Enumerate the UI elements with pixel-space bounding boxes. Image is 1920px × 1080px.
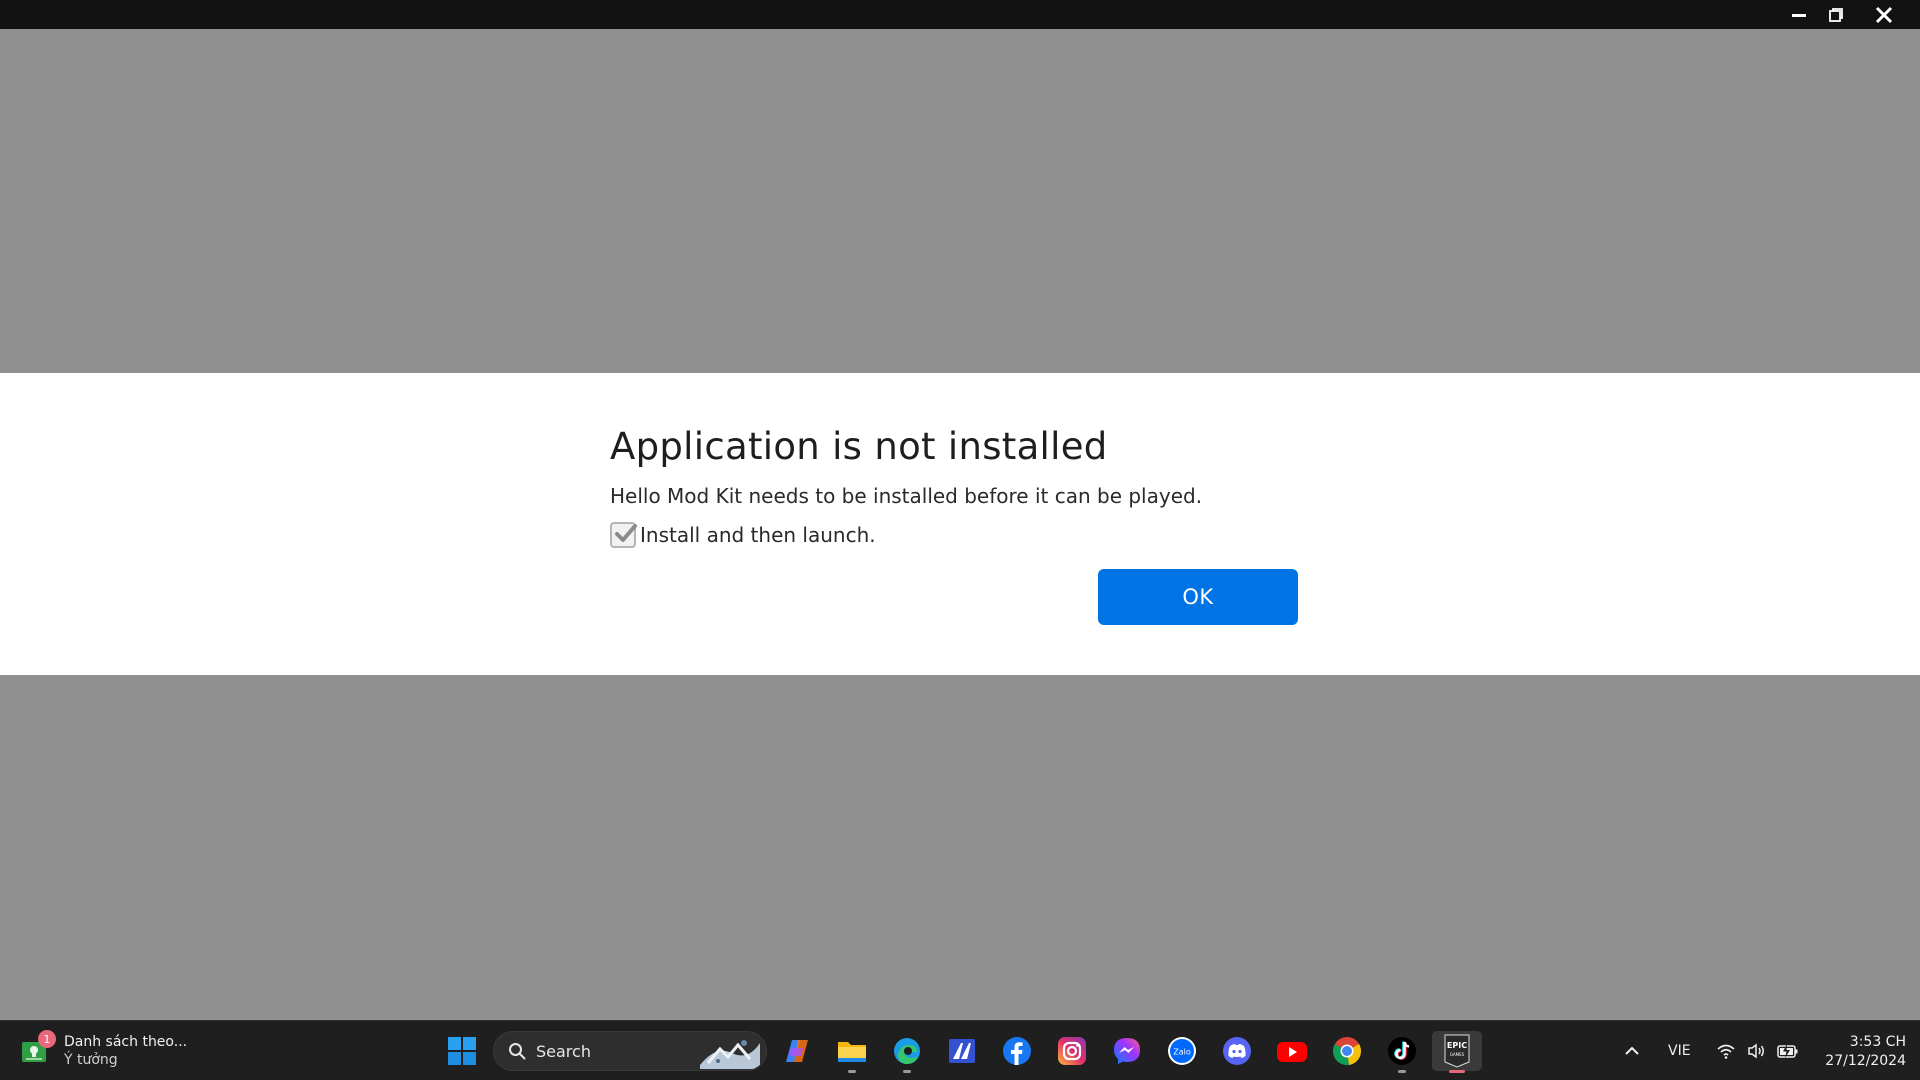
tray-overflow-button[interactable] bbox=[1620, 1021, 1644, 1080]
minimize-button[interactable] bbox=[1779, 0, 1819, 29]
overlay-backdrop-top bbox=[0, 29, 1920, 373]
file-explorer-icon bbox=[838, 1042, 866, 1062]
language-indicator[interactable]: VIE bbox=[1668, 1021, 1691, 1080]
youtube-icon bbox=[1277, 1042, 1307, 1062]
notification-badge: 1 bbox=[38, 1030, 56, 1048]
checkmark-icon bbox=[615, 524, 637, 542]
clock-date: 27/12/2024 bbox=[1825, 1053, 1906, 1069]
svg-text:Zalo: Zalo bbox=[1173, 1048, 1191, 1057]
wifi-icon bbox=[1717, 1044, 1735, 1059]
facebook-icon bbox=[1003, 1037, 1031, 1065]
battery-charging-icon bbox=[1777, 1044, 1798, 1058]
discord-icon bbox=[1223, 1037, 1251, 1065]
zalo-icon: Zalo bbox=[1168, 1037, 1196, 1065]
taskbar-app-facebook[interactable] bbox=[997, 1031, 1037, 1071]
ok-button[interactable]: OK bbox=[1098, 569, 1298, 625]
search-highlight-illustration bbox=[700, 1040, 760, 1069]
language-label: VIE bbox=[1668, 1043, 1691, 1059]
widget-title: Danh sách theo... bbox=[64, 1034, 188, 1050]
overlay-backdrop-bottom bbox=[0, 675, 1920, 1020]
taskbar-app-chrome[interactable] bbox=[1327, 1031, 1367, 1071]
taskbar-app-epic-games[interactable]: EPIC GAMES bbox=[1432, 1031, 1482, 1073]
widget-icon: 1 bbox=[20, 1030, 56, 1066]
taskbar-app-file-explorer[interactable] bbox=[832, 1031, 872, 1073]
taskbar: 1 Danh sách theo... Ý tưởng Search Zalo … bbox=[0, 1020, 1920, 1080]
running-indicator bbox=[1398, 1070, 1406, 1073]
dialog-title: Application is not installed bbox=[610, 425, 1108, 468]
close-icon bbox=[1875, 6, 1893, 23]
messenger-icon bbox=[1114, 1038, 1140, 1064]
taskbar-app-edge[interactable] bbox=[887, 1031, 927, 1073]
running-indicator bbox=[848, 1070, 856, 1073]
search-placeholder: Search bbox=[536, 1041, 591, 1061]
install-launch-option[interactable]: Install and then launch. bbox=[610, 521, 1298, 549]
copilot-icon bbox=[786, 1040, 808, 1062]
volume-icon bbox=[1748, 1043, 1764, 1059]
start-button[interactable] bbox=[444, 1033, 480, 1069]
svg-text:GAMES: GAMES bbox=[1450, 1052, 1465, 1057]
quick-settings-button[interactable] bbox=[1716, 1021, 1800, 1080]
tiktok-icon bbox=[1388, 1037, 1416, 1065]
taskbar-app-copilot[interactable] bbox=[777, 1031, 817, 1071]
active-indicator bbox=[1449, 1070, 1465, 1073]
taskbar-app-zalo[interactable]: Zalo bbox=[1162, 1031, 1202, 1071]
epic-games-icon: EPIC GAMES bbox=[1444, 1034, 1470, 1068]
taskbar-app-messenger[interactable] bbox=[1107, 1031, 1147, 1071]
install-launch-checkbox[interactable] bbox=[610, 522, 637, 548]
widget-subtitle: Ý tưởng bbox=[64, 1052, 118, 1068]
taskbar-app-discord[interactable] bbox=[1217, 1031, 1257, 1071]
chrome-icon bbox=[1333, 1037, 1361, 1066]
taskbar-app-youtube[interactable] bbox=[1272, 1031, 1312, 1071]
minimize-icon bbox=[1792, 13, 1806, 17]
dialog-message: Hello Mod Kit needs to be installed befo… bbox=[610, 484, 1203, 508]
restore-button[interactable] bbox=[1816, 0, 1856, 29]
chevron-up-icon bbox=[1625, 1046, 1639, 1055]
taskbar-app-tiktok[interactable] bbox=[1382, 1031, 1422, 1073]
install-dialog: Application is not installed Hello Mod K… bbox=[0, 373, 1920, 675]
svg-text:EPIC: EPIC bbox=[1447, 1041, 1467, 1050]
instagram-icon bbox=[1058, 1037, 1086, 1065]
restore-icon bbox=[1829, 7, 1843, 22]
search-icon bbox=[509, 1043, 526, 1060]
taskbar-app-store[interactable] bbox=[942, 1031, 982, 1071]
close-button[interactable] bbox=[1864, 0, 1904, 29]
dialog-content: Application is not installed Hello Mod K… bbox=[610, 425, 1298, 549]
window-titlebar bbox=[0, 0, 1920, 29]
edge-icon bbox=[894, 1038, 920, 1064]
taskbar-search[interactable]: Search bbox=[493, 1031, 767, 1071]
taskbar-app-instagram[interactable] bbox=[1052, 1031, 1092, 1071]
widgets-button[interactable]: 1 Danh sách theo... Ý tưởng bbox=[20, 1030, 188, 1071]
install-launch-label: Install and then launch. bbox=[640, 523, 876, 547]
clock-time: 3:53 CH bbox=[1849, 1034, 1906, 1050]
microsoft-store-icon bbox=[949, 1039, 975, 1063]
windows-logo-icon bbox=[448, 1037, 476, 1065]
system-clock[interactable]: 3:53 CH 27/12/2024 bbox=[1810, 1033, 1906, 1071]
running-indicator bbox=[903, 1070, 911, 1073]
